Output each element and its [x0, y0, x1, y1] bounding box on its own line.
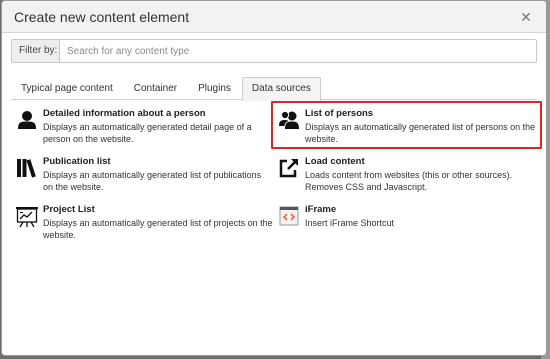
element-iframe[interactable]: iFrame Insert iFrame Shortcut [273, 204, 545, 229]
element-description: Displays an automatically generated deta… [43, 122, 252, 144]
element-title: Project List [43, 204, 95, 215]
books-icon [11, 156, 43, 193]
filter-group: Filter by: [11, 39, 537, 63]
dialog-body: Filter by: Typical page content Containe… [2, 33, 546, 346]
element-description: Loads content from websites (this or oth… [305, 170, 513, 192]
tab-plugins[interactable]: Plugins [188, 77, 241, 99]
close-icon[interactable]: ✕ [518, 9, 534, 25]
element-list-of-persons[interactable]: List of persons Displays an automaticall… [271, 101, 542, 149]
element-project-list[interactable]: Project List Displays an automatically g… [11, 204, 273, 241]
element-title: Publication list [43, 156, 111, 167]
search-input[interactable] [59, 39, 537, 63]
element-load-content[interactable]: Load content Loads content from websites… [273, 156, 545, 193]
presentation-board-icon [11, 204, 43, 241]
element-description: Displays an automatically generated list… [43, 170, 262, 192]
dialog-title: Create new content element [14, 8, 190, 25]
tab-data-sources[interactable]: Data sources [241, 77, 321, 101]
element-title: iFrame [305, 204, 337, 215]
tab-typical-page-content[interactable]: Typical page content [11, 77, 123, 99]
element-description: Displays an automatically generated list… [305, 122, 536, 144]
element-publication-list[interactable]: Publication list Displays an automatical… [11, 156, 273, 193]
category-tabs: Typical page content Container Plugins D… [11, 77, 537, 101]
person-icon [11, 108, 43, 145]
external-link-icon [273, 156, 305, 193]
persons-group-icon [273, 108, 305, 147]
iframe-code-icon [273, 204, 305, 229]
element-title: Load content [305, 156, 365, 167]
element-title: List of persons [305, 108, 374, 119]
element-title: Detailed information about a person [43, 108, 206, 119]
content-element-list: Detailed information about a person Disp… [11, 100, 542, 340]
element-description: Insert iFrame Shortcut [305, 218, 395, 228]
tab-container[interactable]: Container [124, 77, 187, 99]
dialog-header: Create new content element ✕ [2, 1, 546, 33]
filter-label: Filter by: [11, 39, 59, 63]
create-content-element-dialog: Create new content element ✕ Filter by: … [1, 0, 547, 356]
element-detailed-person[interactable]: Detailed information about a person Disp… [11, 108, 273, 145]
element-description: Displays an automatically generated list… [43, 218, 273, 240]
